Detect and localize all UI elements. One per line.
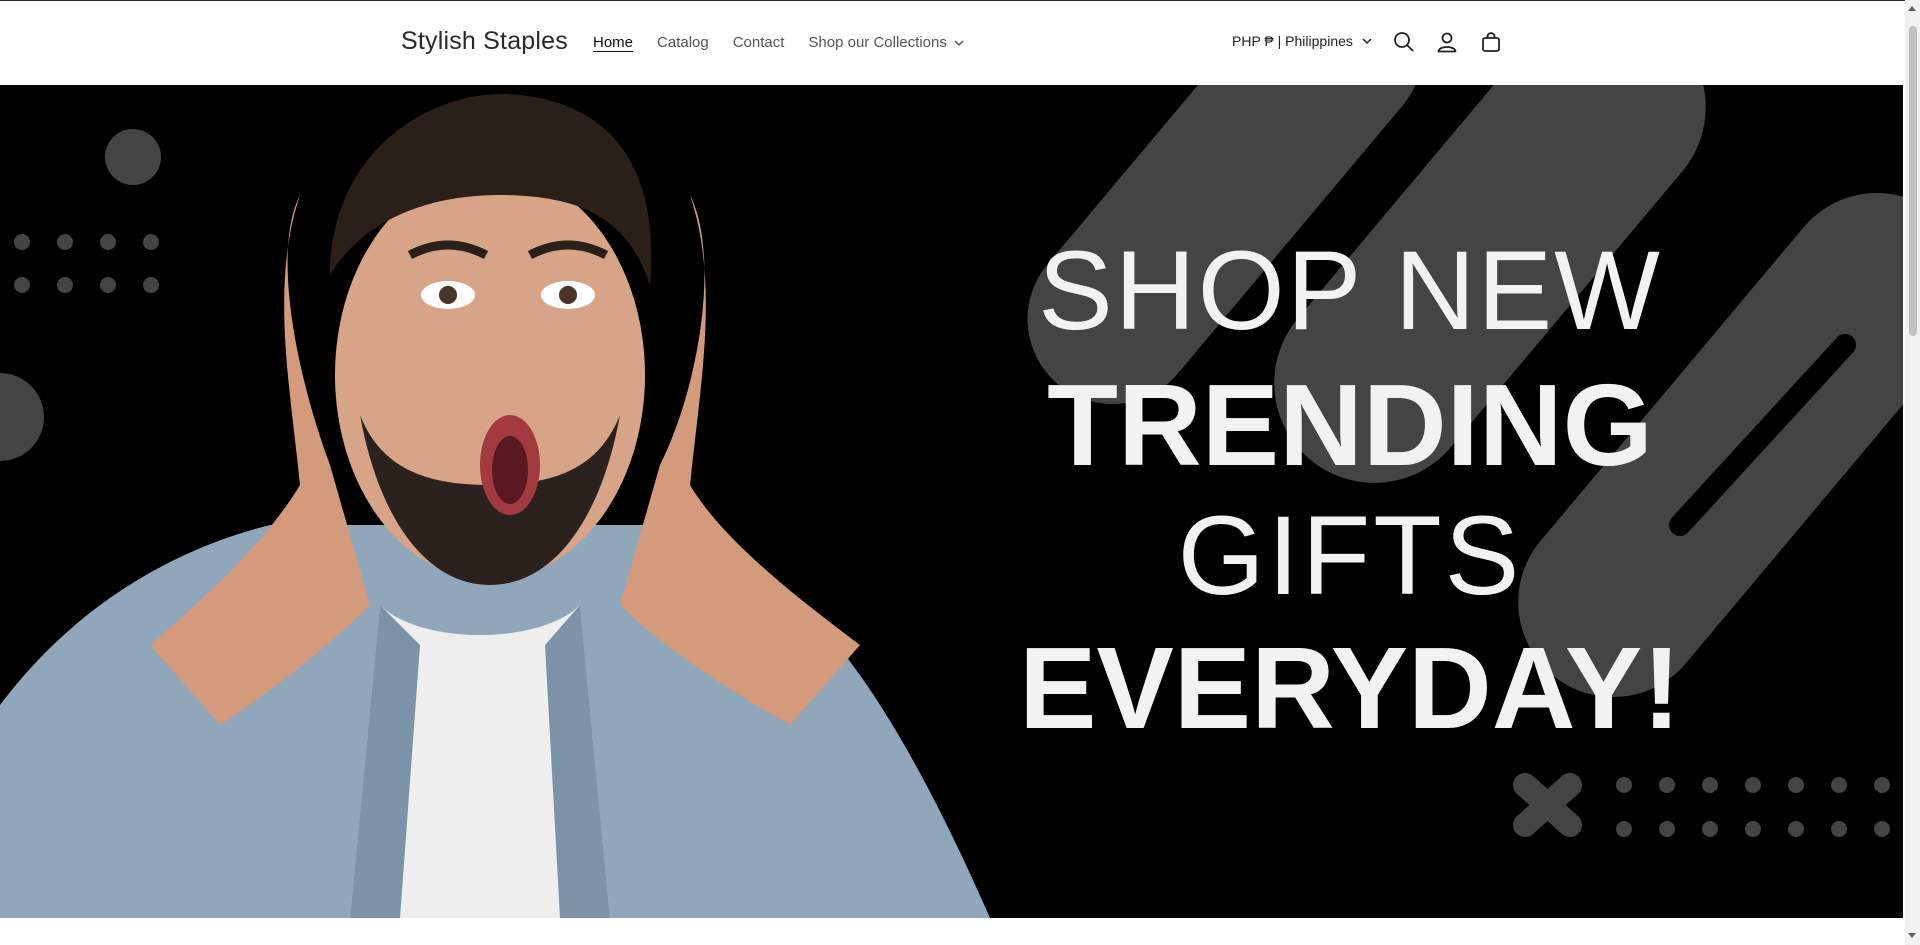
- hero-line-1: SHOP NEW: [1038, 228, 1662, 353]
- nav-catalog-label: Catalog: [657, 34, 709, 51]
- currency-label: PHP ₱ | Philippines: [1232, 33, 1353, 49]
- nav-catalog[interactable]: Catalog: [657, 34, 709, 51]
- search-icon[interactable]: [1391, 29, 1417, 55]
- nav-home[interactable]: Home: [593, 34, 633, 51]
- hero-banner[interactable]: SHOP NEW TRENDING GIFTS EVERYDAY!: [0, 85, 1903, 918]
- currency-selector[interactable]: PHP ₱ | Philippines: [1232, 33, 1373, 49]
- vertical-scrollbar[interactable]: [1905, 0, 1920, 945]
- nav-shop-collections-label: Shop our Collections: [808, 34, 947, 51]
- nav-shop-collections[interactable]: Shop our Collections: [808, 34, 964, 51]
- hero-line-2: TRENDING: [1047, 360, 1653, 490]
- nav-contact[interactable]: Contact: [733, 34, 785, 51]
- scrollbar-thumb[interactable]: [1909, 26, 1917, 336]
- hero-line-3: GIFTS: [1177, 493, 1523, 618]
- hero-line-4: EVERYDAY!: [1019, 623, 1681, 753]
- surprised-man-photo: [0, 93, 990, 918]
- chevron-down-icon: [1362, 38, 1372, 45]
- cart-icon[interactable]: [1478, 29, 1504, 55]
- chevron-down-icon: [954, 39, 964, 46]
- site-header: Stylish Staples Home Catalog Contact Sho…: [0, 1, 1905, 85]
- nav-contact-label: Contact: [732, 34, 785, 51]
- nav-home-label: Home: [593, 34, 634, 51]
- brand-logo[interactable]: Stylish Staples: [401, 27, 568, 56]
- scroll-up-arrow-icon[interactable]: [1908, 6, 1916, 11]
- main-nav: Home Catalog Contact Shop our Collection…: [593, 34, 965, 51]
- account-icon[interactable]: [1434, 29, 1460, 55]
- scroll-down-arrow-icon[interactable]: [1908, 933, 1916, 938]
